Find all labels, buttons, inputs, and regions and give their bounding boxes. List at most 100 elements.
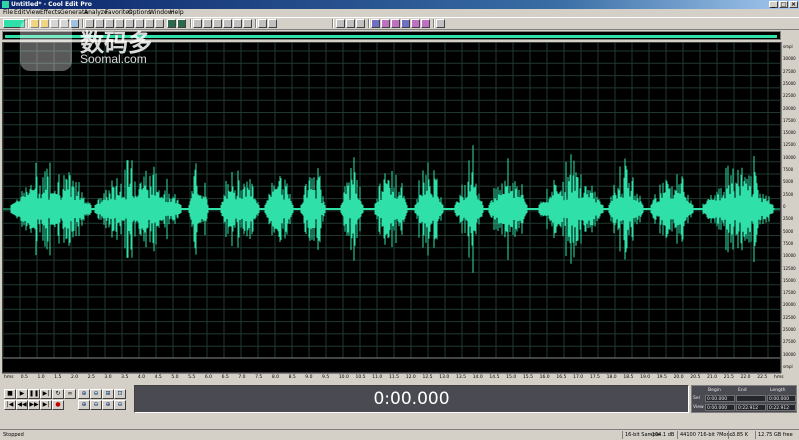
record-icon[interactable]: ● xyxy=(52,400,64,410)
amplitude-tick-label: 10000 xyxy=(783,154,796,160)
waveform-canvas[interactable] xyxy=(3,43,780,372)
amplify-icon[interactable] xyxy=(346,19,355,28)
amplitude-tick-label: 25000 xyxy=(783,327,796,333)
stop-icon[interactable]: ■ xyxy=(4,389,16,399)
noise-reduction-icon[interactable] xyxy=(401,19,410,28)
marker-icon[interactable] xyxy=(223,19,232,28)
waveform-view-icon[interactable] xyxy=(177,19,186,28)
time-tick-label: 6.0 xyxy=(204,375,213,380)
time-tick-label: 9.0 xyxy=(305,375,313,380)
time-tick-label: 12.5 xyxy=(422,375,433,380)
cd-icon[interactable] xyxy=(233,19,242,28)
fast-forward-icon[interactable]: ▶▶ xyxy=(28,400,40,410)
pause-icon[interactable]: ❚❚ xyxy=(28,389,40,399)
sel-begin-field[interactable]: 0:00.000 xyxy=(705,395,735,402)
close-button[interactable]: × xyxy=(789,1,798,8)
amplitude-tick-label: smpl xyxy=(783,44,793,49)
menu-help[interactable]: Help xyxy=(170,9,184,17)
delay-icon[interactable] xyxy=(391,19,400,28)
amplitude-tick-label: smpl xyxy=(783,364,793,369)
maximize-button[interactable]: □ xyxy=(779,1,788,8)
amplitude-tick-label: 15000 xyxy=(783,130,796,136)
menu-edit[interactable]: Edit xyxy=(14,9,26,17)
loop-play-icon[interactable]: ∞ xyxy=(64,389,76,399)
sel-end-field[interactable] xyxy=(736,395,766,402)
time-ruler[interactable]: hms 0.5 1.0 1.5 2.0 2.5 3.0 3.5 4.0 4.5 5.0 5.5 6.0 6… xyxy=(2,373,784,383)
amplitude-tick-label: 7500 xyxy=(783,167,794,173)
go-start-icon[interactable]: |◀ xyxy=(4,400,16,410)
reverb-icon[interactable] xyxy=(381,19,390,28)
time-tick-label: 4.0 xyxy=(137,375,146,380)
sel-length-field[interactable]: 0:00.000 xyxy=(767,395,796,402)
waveform-display[interactable] xyxy=(2,42,781,373)
transport-controls: ■ ▶ ❚❚ ▶| ↻ ∞ |◀ ◀◀ ▶▶ ▶| ● ⊕ ⊖ ⊞ ⊡ ⊕ ⊖ … xyxy=(2,385,130,413)
time-tick-label: 11.0 xyxy=(372,375,383,380)
soomal-watermark: 数码多 Soomal.com xyxy=(20,19,170,75)
time-tick-label: 2.5 xyxy=(87,375,95,380)
menu-view[interactable]: View xyxy=(26,9,40,17)
zoom-in-vertical-icon[interactable]: ⊕ xyxy=(102,400,114,410)
time-tick-label: 9.5 xyxy=(322,375,330,380)
menu-file[interactable]: File xyxy=(3,9,13,17)
time-tick-label: 13.0 xyxy=(439,375,450,380)
menu-effects[interactable]: Effects xyxy=(40,9,60,17)
menu-bar: File Edit View Effects Generate Analyze … xyxy=(0,9,799,17)
stretch-icon[interactable] xyxy=(421,19,430,28)
zoom-selection-icon[interactable]: ⊡ xyxy=(114,389,126,399)
time-tick-label: 10.0 xyxy=(338,375,349,380)
zoom-in-horizontal-icon[interactable]: ⊕ xyxy=(78,389,90,399)
status-bar: Stopped 16-bit Sample -104.1 dB 44100 ?1… xyxy=(0,429,799,439)
settings-icon[interactable] xyxy=(268,19,277,28)
amplitude-tick-label: 7500 xyxy=(783,240,794,246)
time-tick-label: 14.0 xyxy=(472,375,483,380)
time-tick-label: 12.0 xyxy=(405,375,416,380)
time-tick-label: hms xyxy=(774,375,784,380)
multitrack-icon[interactable] xyxy=(436,19,445,28)
time-tick-label: 20.5 xyxy=(690,375,701,380)
view-row-label: View xyxy=(693,405,704,410)
end-header: End xyxy=(738,388,747,393)
zoom-out-vertical-icon[interactable]: ⊖ xyxy=(114,400,126,410)
view-end-field[interactable]: 0:22.912 xyxy=(736,404,766,411)
pitch-icon[interactable] xyxy=(411,19,420,28)
zoom-full-icon[interactable]: ⊞ xyxy=(102,389,114,399)
envelope-icon[interactable] xyxy=(336,19,345,28)
time-tick-label: 5.0 xyxy=(171,375,179,380)
stereo-icon[interactable] xyxy=(203,19,212,28)
soomal-logo-icon xyxy=(20,19,72,71)
view-length-field[interactable]: 0:22.912 xyxy=(767,404,796,411)
time-tick-label: 17.0 xyxy=(573,375,584,380)
amplitude-tick-label: 20000 xyxy=(783,302,796,308)
time-tick-label: 18.5 xyxy=(623,375,634,380)
time-tick-label: 21.0 xyxy=(707,375,718,380)
menu-options[interactable]: Options xyxy=(128,9,151,17)
rewind-icon[interactable]: ◀◀ xyxy=(16,400,28,410)
sample-type-icon[interactable] xyxy=(213,19,222,28)
zoom-right-icon[interactable]: ⊖ xyxy=(90,400,102,410)
zoom-left-icon[interactable]: ⊕ xyxy=(78,400,90,410)
mono-icon[interactable] xyxy=(193,19,202,28)
amplitude-tick-label: 12500 xyxy=(783,265,796,271)
time-tick-label: 7.5 xyxy=(255,375,263,380)
time-tick-label: 7.0 xyxy=(238,375,246,380)
time-tick-label: 15.0 xyxy=(506,375,517,380)
normalize-icon[interactable] xyxy=(356,19,365,28)
go-end-icon[interactable]: ▶| xyxy=(40,400,52,410)
time-tick-label: 17.5 xyxy=(589,375,600,380)
time-tick-label: 22.5 xyxy=(757,375,768,380)
amplitude-tick-label: 17500 xyxy=(783,290,796,296)
play-icon[interactable]: ▶ xyxy=(16,389,28,399)
selection-view-panel: Begin End Length Sel 0:00.000 0:00.000 V… xyxy=(691,385,797,413)
properties-icon[interactable] xyxy=(243,19,252,28)
time-tick-label: 1.5 xyxy=(54,375,62,380)
time-display: 0:00.000 xyxy=(134,385,689,413)
view-begin-field[interactable]: 0:00.000 xyxy=(705,404,735,411)
zoom-out-horizontal-icon[interactable]: ⊖ xyxy=(90,389,102,399)
minimize-button[interactable]: _ xyxy=(769,1,778,8)
loop-icon[interactable]: ↻ xyxy=(52,389,64,399)
info-icon[interactable] xyxy=(258,19,267,28)
time-tick-label: 22.0 xyxy=(740,375,751,380)
filter-icon[interactable] xyxy=(371,19,380,28)
play-to-end-icon[interactable]: ▶| xyxy=(40,389,52,399)
amplitude-tick-label: 2500 xyxy=(783,216,794,222)
